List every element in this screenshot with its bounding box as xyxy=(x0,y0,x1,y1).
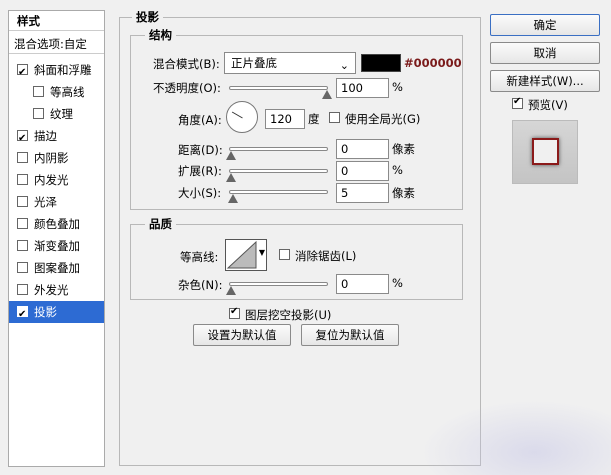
quality-title: 品质 xyxy=(145,216,176,232)
blend-mode-value: 正片叠底 xyxy=(231,56,277,70)
preview-checkbox[interactable] xyxy=(512,96,523,109)
style-list: 样式 混合选项:自定 斜面和浮雕等高线纹理描边内阴影内发光光泽颜色叠加渐变叠加图… xyxy=(8,10,105,467)
style-item-checkbox[interactable] xyxy=(33,86,44,97)
style-item[interactable]: 颜色叠加 xyxy=(9,213,104,235)
noise-label: 杂色(N): xyxy=(178,278,223,292)
style-item-checkbox[interactable] xyxy=(17,196,28,207)
noise-unit: % xyxy=(392,276,403,290)
style-item[interactable]: 内发光 xyxy=(9,169,104,191)
size-input[interactable]: 5 xyxy=(336,183,389,203)
style-item-label: 斜面和浮雕 xyxy=(34,63,92,77)
style-item-checkbox[interactable] xyxy=(17,284,28,295)
style-item-checkbox[interactable] xyxy=(17,304,28,326)
knockout-checkbox[interactable] xyxy=(229,306,240,319)
style-list-title[interactable]: 样式 xyxy=(9,11,104,31)
style-item-label: 内发光 xyxy=(34,173,69,187)
distance-label: 距离(D): xyxy=(178,143,223,157)
preview-label: 预览(V) xyxy=(528,98,568,112)
antialias-checkbox[interactable] xyxy=(279,249,290,260)
opacity-slider-thumb[interactable] xyxy=(322,90,332,99)
size-slider-thumb[interactable] xyxy=(228,194,238,203)
blend-options-item[interactable]: 混合选项:自定 xyxy=(9,34,104,54)
opacity-label: 不透明度(O): xyxy=(153,81,221,95)
size-slider[interactable] xyxy=(229,190,328,194)
style-item[interactable]: 内阴影 xyxy=(9,147,104,169)
style-item-label: 图案叠加 xyxy=(34,261,80,275)
style-item-label: 内阴影 xyxy=(34,151,69,165)
style-item[interactable]: 投影 xyxy=(9,301,104,326)
reset-default-button[interactable]: 复位为默认值 xyxy=(301,324,399,346)
opacity-slider[interactable] xyxy=(229,86,328,90)
opacity-input[interactable]: 100 xyxy=(336,78,389,98)
spread-slider[interactable] xyxy=(229,169,328,173)
angle-label: 角度(A): xyxy=(178,113,222,127)
preview-thumbnail xyxy=(512,120,578,184)
spread-unit: % xyxy=(392,163,403,177)
spread-slider-thumb[interactable] xyxy=(226,173,236,182)
style-item-label: 外发光 xyxy=(34,283,69,297)
shadow-color-hex: #000000 xyxy=(404,56,462,70)
style-item[interactable]: 描边 xyxy=(9,125,104,150)
watermark-decoration xyxy=(420,400,611,475)
angle-dial-needle xyxy=(231,111,243,119)
shadow-color-swatch[interactable] xyxy=(361,54,401,72)
contour-picker[interactable]: ▼ xyxy=(225,239,267,271)
chevron-down-icon: ⌄ xyxy=(339,59,349,72)
contour-dropdown-arrow-icon: ▼ xyxy=(258,248,265,257)
global-light-label: 使用全局光(G) xyxy=(345,112,421,126)
style-item[interactable]: 光泽 xyxy=(9,191,104,213)
noise-slider-thumb[interactable] xyxy=(226,286,236,295)
new-style-button[interactable]: 新建样式(W)... xyxy=(490,70,600,92)
style-item[interactable]: 外发光 xyxy=(9,279,104,301)
blend-mode-select[interactable]: 正片叠底 ⌄ xyxy=(224,52,356,74)
angle-unit: 度 xyxy=(308,112,320,126)
style-item-checkbox[interactable] xyxy=(17,174,28,185)
style-item-label: 渐变叠加 xyxy=(34,239,80,253)
structure-title: 结构 xyxy=(145,27,176,43)
ok-button[interactable]: 确定 xyxy=(490,14,600,36)
style-item-label: 投影 xyxy=(34,305,57,319)
distance-unit: 像素 xyxy=(392,142,415,156)
cancel-button[interactable]: 取消 xyxy=(490,42,600,64)
style-item-label: 纹理 xyxy=(50,107,73,121)
set-default-button[interactable]: 设置为默认值 xyxy=(193,324,291,346)
style-item-checkbox[interactable] xyxy=(17,152,28,163)
style-item-label: 颜色叠加 xyxy=(34,217,80,231)
style-item-checkbox[interactable] xyxy=(17,128,28,150)
spread-input[interactable]: 0 xyxy=(336,161,389,181)
style-item[interactable]: 渐变叠加 xyxy=(9,235,104,257)
contour-preview-icon xyxy=(226,240,257,269)
style-item-checkbox[interactable] xyxy=(17,218,28,229)
size-label: 大小(S): xyxy=(178,186,222,200)
style-item-checkbox[interactable] xyxy=(33,108,44,119)
style-item-label: 等高线 xyxy=(50,85,85,99)
style-item[interactable]: 纹理 xyxy=(9,103,104,125)
antialias-label: 消除锯齿(L) xyxy=(295,249,357,263)
drop-shadow-title: 投影 xyxy=(132,9,163,25)
spread-label: 扩展(R): xyxy=(178,164,222,178)
distance-input[interactable]: 0 xyxy=(336,139,389,159)
contour-label: 等高线: xyxy=(180,250,219,264)
style-item-label: 描边 xyxy=(34,129,57,143)
preview-swatch xyxy=(532,138,559,165)
noise-slider[interactable] xyxy=(229,282,328,286)
knockout-label: 图层挖空投影(U) xyxy=(245,308,332,322)
style-item[interactable]: 斜面和浮雕 xyxy=(9,59,104,84)
global-light-checkbox[interactable] xyxy=(329,112,340,123)
blend-mode-label: 混合模式(B): xyxy=(153,57,220,71)
distance-slider[interactable] xyxy=(229,147,328,151)
style-item-checkbox[interactable] xyxy=(17,240,28,251)
angle-dial[interactable] xyxy=(226,101,258,133)
style-item-checkbox[interactable] xyxy=(17,262,28,273)
distance-slider-thumb[interactable] xyxy=(226,151,236,160)
size-unit: 像素 xyxy=(392,186,415,200)
noise-input[interactable]: 0 xyxy=(336,274,389,294)
style-item-label: 光泽 xyxy=(34,195,57,209)
opacity-unit: % xyxy=(392,80,403,94)
style-item-checkbox[interactable] xyxy=(17,62,28,84)
angle-input[interactable]: 120 xyxy=(265,109,305,129)
style-item[interactable]: 等高线 xyxy=(9,81,104,103)
style-item[interactable]: 图案叠加 xyxy=(9,257,104,279)
